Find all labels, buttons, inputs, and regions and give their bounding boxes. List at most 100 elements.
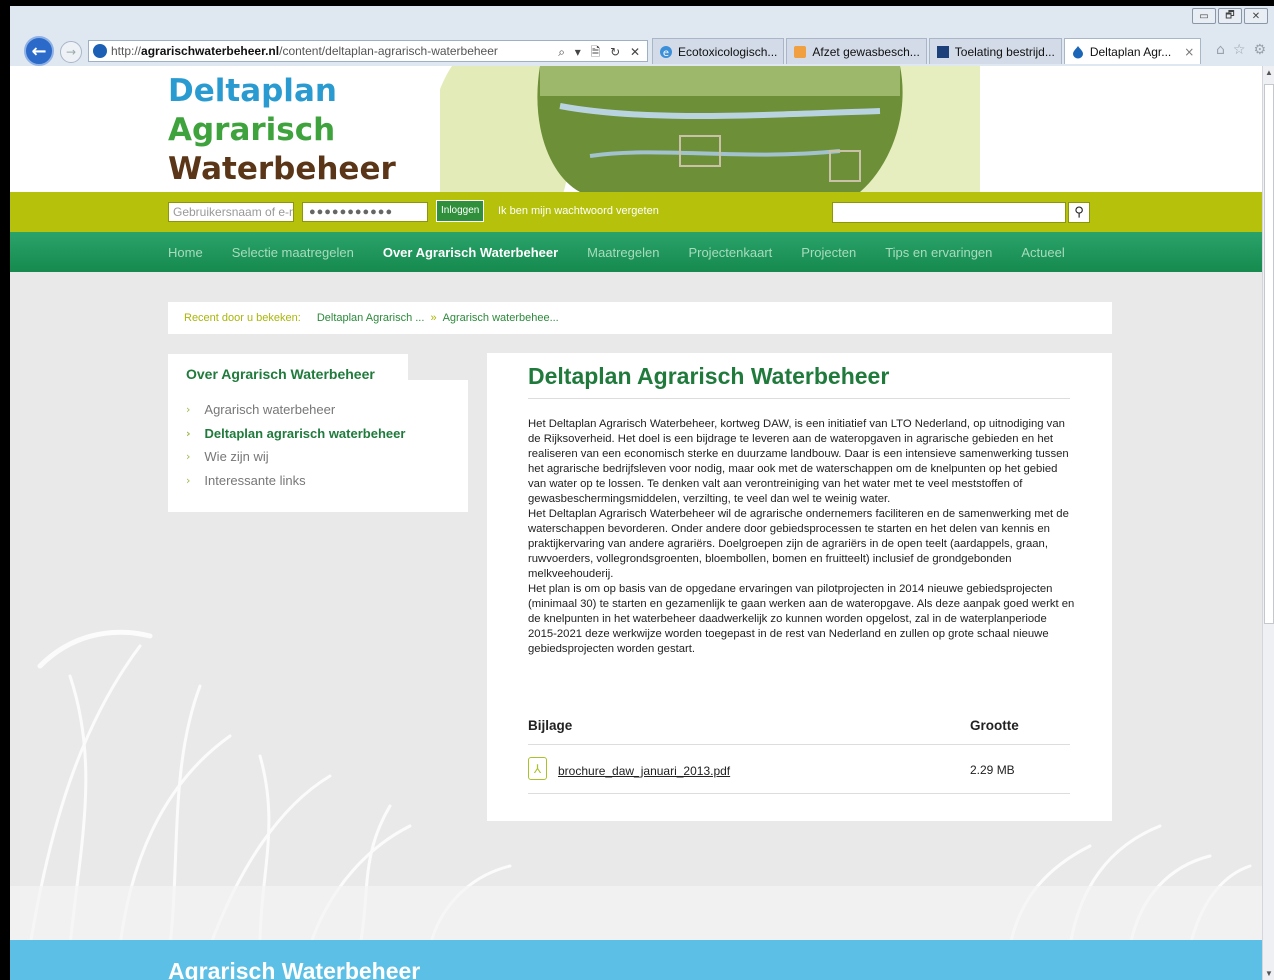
tab-toelating[interactable]: Toelating bestrijd... — [928, 38, 1062, 64]
footer-title: Agrarisch Waterbeheer — [168, 958, 421, 980]
attachments-header: Bijlage Grootte — [528, 718, 1070, 733]
close-window-button[interactable]: ✕ — [1244, 8, 1268, 24]
vertical-scrollbar[interactable]: ▲ ▼ — [1262, 66, 1274, 980]
browser-chrome: ▭ 🗗 ✕ ← → http:// agrarischwaterbeheer.n… — [0, 0, 1274, 66]
nav-item-over-agrarisch-waterbeheer[interactable]: Over Agrarisch Waterbeheer — [383, 245, 558, 260]
recent-breadcrumb: Recent door u bekeken: Deltaplan Agraris… — [168, 302, 1112, 334]
nav-item-actueel[interactable]: Actueel — [1021, 245, 1064, 260]
chevron-right-icon: › — [186, 450, 191, 463]
nav-item-projecten[interactable]: Projecten — [801, 245, 856, 260]
logo-line-3: Waterbeheer — [168, 151, 396, 187]
site-icon — [93, 44, 107, 58]
site-search-input[interactable] — [832, 202, 1066, 223]
browser-right-icons: ⌂ ☆ ⚙ — [1216, 42, 1266, 58]
chevron-right-icon: › — [186, 426, 191, 440]
breadcrumb-link-agrarisch-waterbeheer[interactable]: Agrarisch waterbehee... — [443, 312, 559, 324]
favorites-icon[interactable]: ☆ — [1233, 42, 1246, 58]
nav-item-maatregelen[interactable]: Maatregelen — [587, 245, 659, 260]
sidebar-list: › Agrarisch waterbeheer › Deltaplan agrari… — [186, 398, 405, 492]
url-prefix: http:// — [111, 44, 142, 58]
sidebar-title-tab: Over Agrarisch Waterbeheer — [168, 354, 408, 390]
tab-label: Ecotoxicologisch... — [678, 44, 778, 59]
logo-line-2: Agrarisch — [168, 112, 336, 148]
attachments-bottom-divider — [528, 793, 1070, 794]
tab-label: Toelating bestrijd... — [954, 44, 1055, 59]
web-page: Deltaplan Agrarisch Waterbeheer Gebruike… — [10, 66, 1262, 980]
home-icon[interactable]: ⌂ — [1216, 42, 1225, 58]
settings-gear-icon[interactable]: ⚙ — [1253, 42, 1266, 58]
login-button[interactable]: Inloggen — [436, 200, 485, 222]
site-header: Deltaplan Agrarisch Waterbeheer — [10, 66, 1262, 192]
hero-landscape-image — [440, 66, 980, 192]
paragraph-3: Het plan is om op basis van de opgedane … — [528, 583, 1075, 655]
attachment-download-link[interactable]: brochure_daw_januari_2013.pdf — [558, 764, 730, 778]
drupal-icon — [1072, 45, 1083, 58]
nav-item-home[interactable]: Home — [168, 245, 203, 260]
ctgb-icon — [936, 45, 949, 58]
breadcrumb-link-deltaplan[interactable]: Deltaplan Agrarisch ... — [317, 312, 425, 324]
attachment-size: 2.29 MB — [970, 763, 1015, 777]
nav-item-projectenkaart[interactable]: Projectenkaart — [688, 245, 772, 260]
page-title: Deltaplan Agrarisch Waterbeheer — [528, 363, 890, 389]
nav-item-tips-en-ervaringen[interactable]: Tips en ervaringen — [885, 245, 992, 260]
chevron-right-icon: › — [186, 473, 191, 487]
attachments-divider — [528, 744, 1070, 745]
forward-button[interactable]: → — [60, 41, 82, 63]
tab-label: Afzet gewasbesch... — [812, 44, 920, 59]
back-button[interactable]: ← — [24, 36, 54, 66]
site-logo[interactable]: Deltaplan Agrarisch Waterbeheer — [168, 72, 396, 189]
tab-label: Deltaplan Agr... — [1089, 44, 1172, 59]
paragraph-2: Het Deltaplan Agrarisch Waterbeheer wil … — [528, 508, 1069, 580]
page-icon — [794, 45, 807, 58]
search-button[interactable]: ⚲ — [1068, 202, 1090, 223]
minimize-button[interactable]: ▭ — [1192, 8, 1216, 24]
logo-line-1: Deltaplan — [168, 73, 337, 109]
login-bar: Gebruikersnaam of e-mail ●●●●●●●●●●● Inl… — [10, 192, 1262, 232]
main-content: Deltaplan Agrarisch Waterbeheer Het Delt… — [487, 353, 1112, 821]
attachment-column-size: Grootte — [970, 718, 1019, 733]
site-footer: Agrarisch Waterbeheer — [10, 940, 1262, 980]
breadcrumb-label: Recent door u bekeken: — [184, 312, 301, 324]
sidebar-item-label: Wie zijn wij — [204, 449, 269, 464]
forgot-password-link[interactable]: Ik ben mijn wachtwoord vergeten — [498, 205, 659, 217]
password-input[interactable]: ●●●●●●●●●●● — [302, 202, 428, 222]
sidebar-item-wie-zijn-wij[interactable]: › Wie zijn wij — [186, 445, 405, 469]
title-divider — [528, 398, 1070, 399]
address-bar[interactable]: http:// agrarischwaterbeheer.nl /content… — [88, 40, 648, 62]
window-frame — [0, 0, 10, 980]
username-input[interactable]: Gebruikersnaam of e-mail — [168, 202, 294, 222]
nav-item-selectie-maatregelen[interactable]: Selectie maatregelen — [232, 245, 354, 260]
sidebar-item-label: Deltaplan agrarisch waterbeheer — [204, 425, 406, 441]
sidebar-item-label: Interessante links — [204, 472, 306, 488]
ie-icon: e — [660, 45, 672, 59]
sidebar-item-interessante-links[interactable]: › Interessante links — [186, 469, 405, 493]
scrollbar-thumb[interactable] — [1264, 84, 1274, 624]
browser-toolbar: ← → http:// agrarischwaterbeheer.nl /con… — [10, 36, 1274, 66]
sidebar-item-agrarisch-waterbeheer[interactable]: › Agrarisch waterbeheer — [186, 398, 405, 422]
restore-button[interactable]: 🗗 — [1218, 8, 1242, 24]
attachment-row: ⅄ brochure_daw_januari_2013.pdf 2.29 MB — [528, 756, 1070, 782]
main-navigation: Home Selectie maatregelen Over Agrarisch… — [10, 232, 1262, 272]
scroll-up-icon[interactable]: ▲ — [1265, 68, 1273, 77]
sidebar-title: Over Agrarisch Waterbeheer — [186, 366, 375, 382]
window-controls: ▭ 🗗 ✕ — [1192, 8, 1268, 24]
tab-afzet[interactable]: Afzet gewasbesch... — [786, 38, 927, 64]
close-tab-icon[interactable]: × — [1184, 45, 1194, 59]
scroll-down-icon[interactable]: ▼ — [1265, 969, 1273, 978]
chevron-right-icon: › — [186, 403, 191, 416]
tab-ecotoxicologisch[interactable]: e Ecotoxicologisch... — [652, 38, 785, 64]
sidebar-item-label: Agrarisch waterbeheer — [204, 402, 336, 417]
breadcrumb-separator: » — [430, 312, 437, 324]
article-body: Het Deltaplan Agrarisch Waterbeheer, kor… — [528, 417, 1078, 657]
tab-deltaplan[interactable]: Deltaplan Agr... × — [1063, 38, 1202, 64]
pdf-icon: ⅄ — [528, 757, 547, 780]
address-tools-icons[interactable]: ⌕ ▾ 🗎 ↻ ✕ — [558, 43, 643, 61]
search-icon: ⚲ — [1074, 205, 1084, 220]
paragraph-1: Het Deltaplan Agrarisch Waterbeheer, kor… — [528, 418, 1069, 505]
svg-text:e: e — [663, 48, 669, 59]
sidebar-menu: › Agrarisch waterbeheer › Deltaplan agrari… — [168, 380, 468, 512]
tab-strip: e Ecotoxicologisch... Afzet gewasbesch..… — [652, 38, 1202, 64]
attachment-column-name: Bijlage — [528, 718, 573, 733]
sidebar-item-deltaplan[interactable]: › Deltaplan agrarisch waterbeheer — [186, 422, 405, 446]
url-domain: agrarischwaterbeheer.nl — [141, 44, 280, 58]
